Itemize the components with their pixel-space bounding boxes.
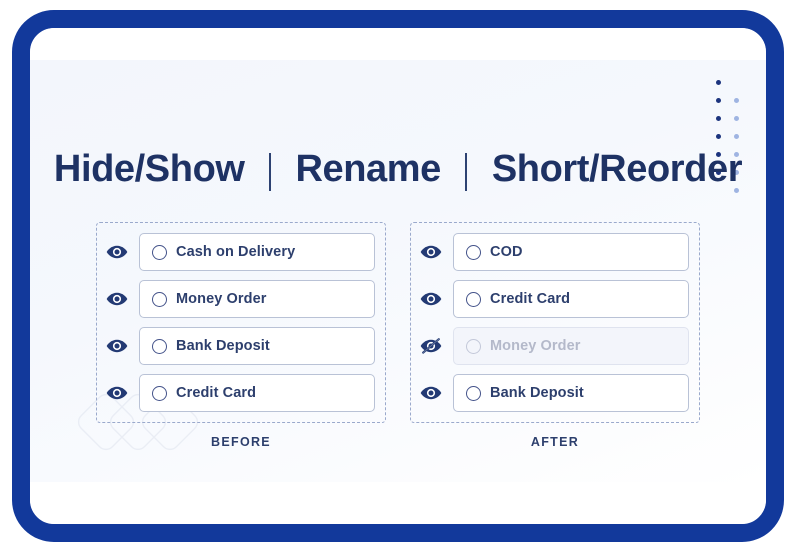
title-separator xyxy=(269,152,271,191)
eye-off-icon[interactable] xyxy=(419,334,443,358)
payment-method-field[interactable]: Cash on Delivery xyxy=(139,233,375,271)
payment-method-field[interactable]: Bank Deposit xyxy=(453,374,689,412)
payment-method-label: Credit Card xyxy=(176,385,257,401)
radio-icon[interactable] xyxy=(466,385,481,401)
radio-icon[interactable] xyxy=(152,244,167,260)
decorative-dot xyxy=(734,116,739,121)
payment-method-row[interactable]: Cash on Delivery xyxy=(105,233,375,271)
decorative-dot xyxy=(734,98,739,103)
payment-method-field[interactable]: Credit Card xyxy=(453,280,689,318)
radio-icon[interactable] xyxy=(152,385,167,401)
payment-method-field[interactable]: Money Order xyxy=(139,280,375,318)
payment-method-label: Money Order xyxy=(176,291,267,307)
content-area: Hide/Show Rename Short/Reorder Cash on D… xyxy=(30,60,766,482)
radio-icon[interactable] xyxy=(466,244,481,260)
payment-method-row[interactable]: Credit Card xyxy=(105,374,375,412)
payment-method-field[interactable]: COD xyxy=(453,233,689,271)
panel-after: COD Credit Card Money Order Bank Deposit… xyxy=(410,222,700,449)
title-segment-hide-show: Hide/Show xyxy=(53,148,245,190)
title-separator xyxy=(465,152,468,191)
payment-method-label: Money Order xyxy=(490,338,581,354)
eye-icon[interactable] xyxy=(105,287,129,311)
decorative-dot xyxy=(716,134,721,139)
eye-icon[interactable] xyxy=(419,240,443,264)
payment-method-label: Bank Deposit xyxy=(176,338,270,354)
payment-method-label: Cash on Delivery xyxy=(176,244,296,260)
radio-icon[interactable] xyxy=(152,291,167,307)
panel-before: Cash on Delivery Money Order Bank Deposi… xyxy=(96,222,386,449)
payment-method-row[interactable]: Bank Deposit xyxy=(419,374,689,412)
payment-method-field[interactable]: Money Order xyxy=(453,327,689,365)
payment-method-field[interactable]: Bank Deposit xyxy=(139,327,375,365)
eye-icon[interactable] xyxy=(105,381,129,405)
payment-method-list-after: COD Credit Card Money Order Bank Deposit xyxy=(410,222,700,423)
decorative-dot xyxy=(716,98,721,103)
eye-icon[interactable] xyxy=(105,240,129,264)
payment-method-row[interactable]: COD xyxy=(419,233,689,271)
radio-icon[interactable] xyxy=(152,338,167,354)
payment-method-row[interactable]: Credit Card xyxy=(419,280,689,318)
eye-icon[interactable] xyxy=(105,334,129,358)
title-segment-rename: Rename xyxy=(295,148,441,190)
panel-caption-after: AFTER xyxy=(530,435,580,449)
decorative-dot xyxy=(734,134,739,139)
radio-icon[interactable] xyxy=(466,338,481,354)
payment-method-row-hidden[interactable]: Money Order xyxy=(419,327,689,365)
payment-method-label: COD xyxy=(490,244,523,260)
panel-caption-before: BEFORE xyxy=(211,435,271,449)
decorative-dot xyxy=(716,116,721,121)
card-frame: Hide/Show Rename Short/Reorder Cash on D… xyxy=(12,10,784,542)
eye-icon[interactable] xyxy=(419,287,443,311)
payment-method-list-before: Cash on Delivery Money Order Bank Deposi… xyxy=(96,222,386,423)
payment-method-label: Credit Card xyxy=(490,291,571,307)
eye-icon[interactable] xyxy=(419,381,443,405)
page-title: Hide/Show Rename Short/Reorder xyxy=(30,148,766,191)
card-page: Hide/Show Rename Short/Reorder Cash on D… xyxy=(30,28,766,524)
title-segment-short-reorder: Short/Reorder xyxy=(491,148,743,190)
payment-method-row[interactable]: Money Order xyxy=(105,280,375,318)
payment-method-label: Bank Deposit xyxy=(490,385,584,401)
decorative-dot xyxy=(716,80,721,85)
radio-icon[interactable] xyxy=(466,291,481,307)
payment-method-row[interactable]: Bank Deposit xyxy=(105,327,375,365)
screenshot-root: Hide/Show Rename Short/Reorder Cash on D… xyxy=(0,0,796,552)
payment-method-field[interactable]: Credit Card xyxy=(139,374,375,412)
comparison-panels: Cash on Delivery Money Order Bank Deposi… xyxy=(30,222,766,449)
